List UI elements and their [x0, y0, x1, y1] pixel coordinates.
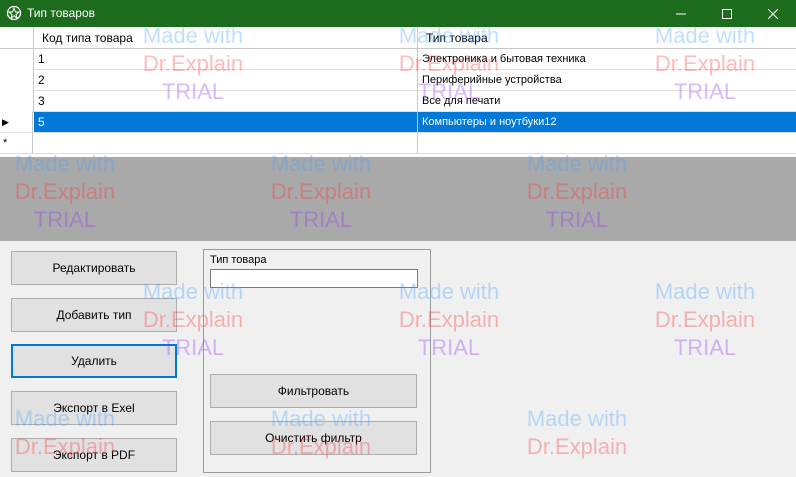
minimize-button[interactable]: [658, 0, 704, 27]
close-button[interactable]: [750, 0, 796, 27]
watermark: Made with Dr.Explain TRIAL: [654, 279, 756, 360]
row-header[interactable]: [0, 91, 34, 113]
title-bar: Тип товаров: [0, 0, 796, 27]
app-icon: [6, 5, 22, 21]
cell-type-new[interactable]: [418, 133, 796, 154]
window-title: Тип товаров: [27, 6, 96, 20]
row-header-new[interactable]: *: [0, 133, 33, 154]
cell-code[interactable]: 1: [34, 49, 418, 70]
cell-type[interactable]: Электроника и бытовая техника: [418, 49, 796, 70]
cell-code-new[interactable]: [34, 133, 418, 154]
filter-group: Тип товара Фильтровать Очистить фильтр: [203, 249, 431, 473]
export-pdf-button[interactable]: Экспорт в PDF: [11, 438, 177, 472]
row-header[interactable]: [0, 49, 34, 71]
minimize-icon: [676, 13, 686, 14]
filter-type-input[interactable]: [210, 269, 418, 288]
cell-code[interactable]: 2: [34, 70, 418, 91]
maximize-icon: [722, 8, 732, 19]
row-header-current[interactable]: ▶: [0, 112, 33, 133]
export-excel-button[interactable]: Экспорт в Exel: [11, 391, 177, 425]
close-icon: [768, 8, 778, 19]
cell-type[interactable]: Все для печати: [418, 91, 796, 112]
delete-button[interactable]: Удалить: [11, 344, 177, 378]
grid-corner: [0, 27, 34, 49]
current-row-arrow-icon: ▶: [2, 117, 9, 127]
maximize-button[interactable]: [704, 0, 750, 27]
add-type-button[interactable]: Добавить тип: [11, 298, 177, 332]
edit-button[interactable]: Редактировать: [11, 251, 177, 285]
filter-label: Тип товара: [210, 254, 267, 266]
column-header-code[interactable]: Код типа товара: [34, 27, 418, 49]
cell-code[interactable]: 3: [34, 91, 418, 112]
clear-filter-button[interactable]: Очистить фильтр: [210, 421, 417, 455]
new-row-icon: *: [3, 137, 8, 149]
grid-empty-area: [0, 157, 796, 241]
cell-code-selected[interactable]: 5: [34, 112, 418, 133]
column-header-type[interactable]: Тип товара: [418, 27, 796, 49]
watermark: Made with Dr.Explain: [526, 406, 628, 459]
cell-type[interactable]: Периферийные устройства: [418, 70, 796, 91]
cell-type-selected[interactable]: Компьютеры и ноутбуки12: [418, 112, 796, 133]
types-grid[interactable]: Код типа товара Тип товара 1 Электроника…: [0, 27, 796, 158]
row-header[interactable]: [0, 70, 34, 92]
filter-button[interactable]: Фильтровать: [210, 374, 417, 408]
